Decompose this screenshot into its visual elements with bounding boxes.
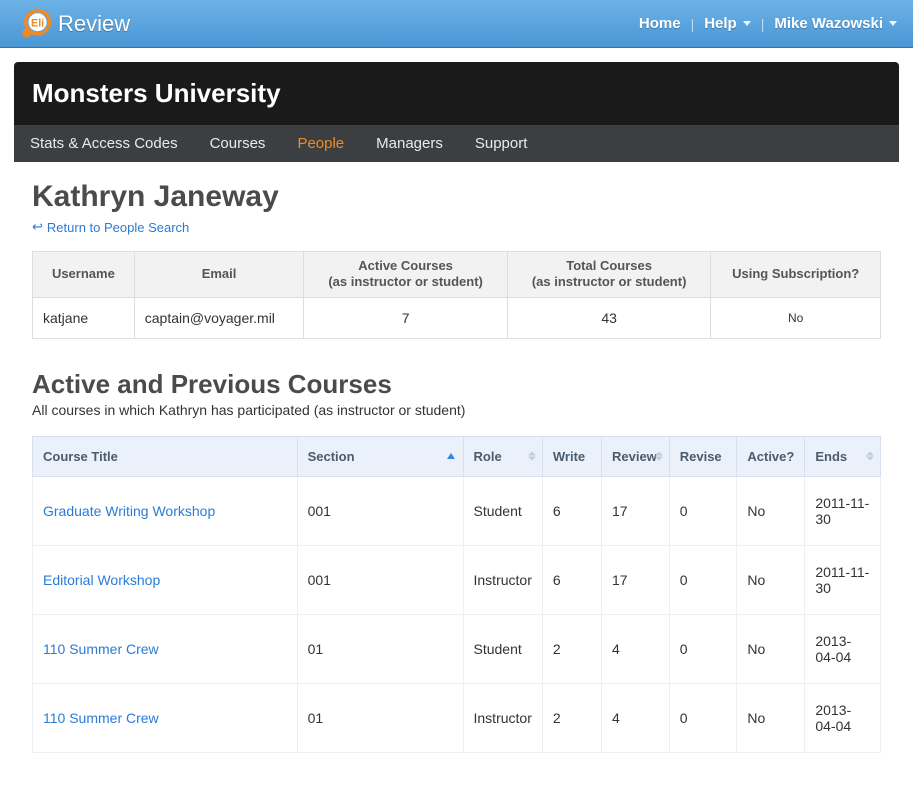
cell-review: 17 (601, 545, 669, 614)
col-ends-label: Ends (815, 449, 847, 464)
cell-section: 001 (297, 476, 463, 545)
col-email: Email (134, 252, 304, 298)
cell-course-title: Editorial Workshop (33, 545, 298, 614)
nav-home[interactable]: Home (639, 15, 681, 32)
cell-course-title: 110 Summer Crew (33, 683, 298, 752)
col-section-label: Section (308, 449, 355, 464)
col-review[interactable]: Review (601, 436, 669, 476)
cell-ends: 2011-11-30 (805, 476, 881, 545)
cell-ends: 2011-11-30 (805, 545, 881, 614)
col-course-title[interactable]: Course Title (33, 436, 298, 476)
col-write[interactable]: Write (542, 436, 601, 476)
cell-section: 01 (297, 683, 463, 752)
courses-table: Course Title Section Role Write Review R… (32, 436, 881, 753)
col-revise[interactable]: Revise (669, 436, 737, 476)
person-summary-table: Username Email Active Courses (as instru… (32, 251, 881, 339)
col-username: Username (33, 252, 135, 298)
col-review-label: Review (612, 449, 657, 464)
cell-role: Instructor (463, 683, 542, 752)
cell-active-courses: 7 (304, 297, 508, 338)
col-ends[interactable]: Ends (805, 436, 881, 476)
courses-section-heading: Active and Previous Courses (32, 369, 881, 400)
nav-help[interactable]: Help (704, 15, 751, 32)
sort-icon (528, 452, 536, 461)
col-subscription: Using Subscription? (711, 252, 881, 298)
org-name: Monsters University (32, 78, 881, 109)
cell-role: Instructor (463, 545, 542, 614)
nav-help-label: Help (704, 15, 737, 32)
courses-section-subheading: All courses in which Kathryn has partici… (32, 402, 881, 418)
col-total-courses-label: Total Courses (as instructor or student) (518, 258, 701, 291)
col-active[interactable]: Active? (737, 436, 805, 476)
cell-section: 001 (297, 545, 463, 614)
col-active-courses-label: Active Courses (as instructor or student… (314, 258, 497, 291)
cell-write: 6 (542, 476, 601, 545)
course-link[interactable]: Graduate Writing Workshop (43, 503, 215, 519)
return-arrow-icon: ↩ (32, 219, 43, 235)
nav-user-label: Mike Wazowski (774, 15, 883, 32)
table-row: 110 Summer Crew 01Instructor240No2013-04-… (33, 683, 881, 752)
table-row: 110 Summer Crew 01Student240No2013-04-04 (33, 614, 881, 683)
cell-course-title: Graduate Writing Workshop (33, 476, 298, 545)
cell-write: 2 (542, 683, 601, 752)
cell-revise: 0 (669, 683, 737, 752)
tab-people[interactable]: People (281, 125, 360, 162)
nav-separator: | (691, 16, 695, 32)
cell-revise: 0 (669, 476, 737, 545)
summary-row: katjane captain@voyager.mil 7 43 No (33, 297, 881, 338)
cell-review: 4 (601, 683, 669, 752)
cell-write: 6 (542, 545, 601, 614)
chevron-down-icon (743, 21, 751, 26)
col-role[interactable]: Role (463, 436, 542, 476)
top-bar: Eli Review Home | Help | Mike Wazowski (0, 0, 913, 48)
brand[interactable]: Eli Review (16, 6, 130, 42)
cell-role: Student (463, 614, 542, 683)
cell-review: 4 (601, 614, 669, 683)
eli-logo-icon: Eli (16, 6, 52, 42)
brand-text: Review (58, 11, 130, 37)
nav-user-menu[interactable]: Mike Wazowski (774, 15, 897, 32)
back-link-label: Return to People Search (47, 220, 189, 235)
cell-write: 2 (542, 614, 601, 683)
top-nav: Home | Help | Mike Wazowski (639, 15, 897, 32)
tab-support[interactable]: Support (459, 125, 544, 162)
admin-tabs: Stats & Access CodesCoursesPeopleManager… (14, 125, 899, 162)
cell-active: No (737, 614, 805, 683)
cell-ends: 2013-04-04 (805, 614, 881, 683)
chevron-down-icon (889, 21, 897, 26)
tab-managers[interactable]: Managers (360, 125, 459, 162)
back-to-people-search-link[interactable]: ↩ Return to People Search (32, 219, 189, 235)
sort-icon (866, 452, 874, 461)
table-row: Editorial Workshop 001Instructor6170No201… (33, 545, 881, 614)
cell-active: No (737, 545, 805, 614)
col-section[interactable]: Section (297, 436, 463, 476)
table-row: Graduate Writing Workshop 001Student6170N… (33, 476, 881, 545)
cell-total-courses: 43 (507, 297, 711, 338)
cell-active: No (737, 476, 805, 545)
svg-text:Eli: Eli (31, 17, 44, 29)
org-header: Monsters University (14, 62, 899, 125)
cell-role: Student (463, 476, 542, 545)
tab-courses[interactable]: Courses (194, 125, 282, 162)
col-total-courses: Total Courses (as instructor or student) (507, 252, 711, 298)
cell-subscription: No (711, 297, 881, 338)
cell-revise: 0 (669, 545, 737, 614)
col-active-courses: Active Courses (as instructor or student… (304, 252, 508, 298)
cell-active: No (737, 683, 805, 752)
tab-stats[interactable]: Stats & Access Codes (14, 125, 194, 162)
cell-username: katjane (33, 297, 135, 338)
cell-email: captain@voyager.mil (134, 297, 304, 338)
cell-revise: 0 (669, 614, 737, 683)
cell-course-title: 110 Summer Crew (33, 614, 298, 683)
person-name: Kathryn Janeway (32, 180, 881, 214)
cell-ends: 2013-04-04 (805, 683, 881, 752)
course-link[interactable]: 110 Summer Crew (43, 710, 159, 726)
sort-icon (655, 452, 663, 461)
course-link[interactable]: 110 Summer Crew (43, 641, 159, 657)
cell-review: 17 (601, 476, 669, 545)
course-link[interactable]: Editorial Workshop (43, 572, 160, 588)
nav-separator: | (761, 16, 765, 32)
cell-section: 01 (297, 614, 463, 683)
col-role-label: Role (474, 449, 502, 464)
